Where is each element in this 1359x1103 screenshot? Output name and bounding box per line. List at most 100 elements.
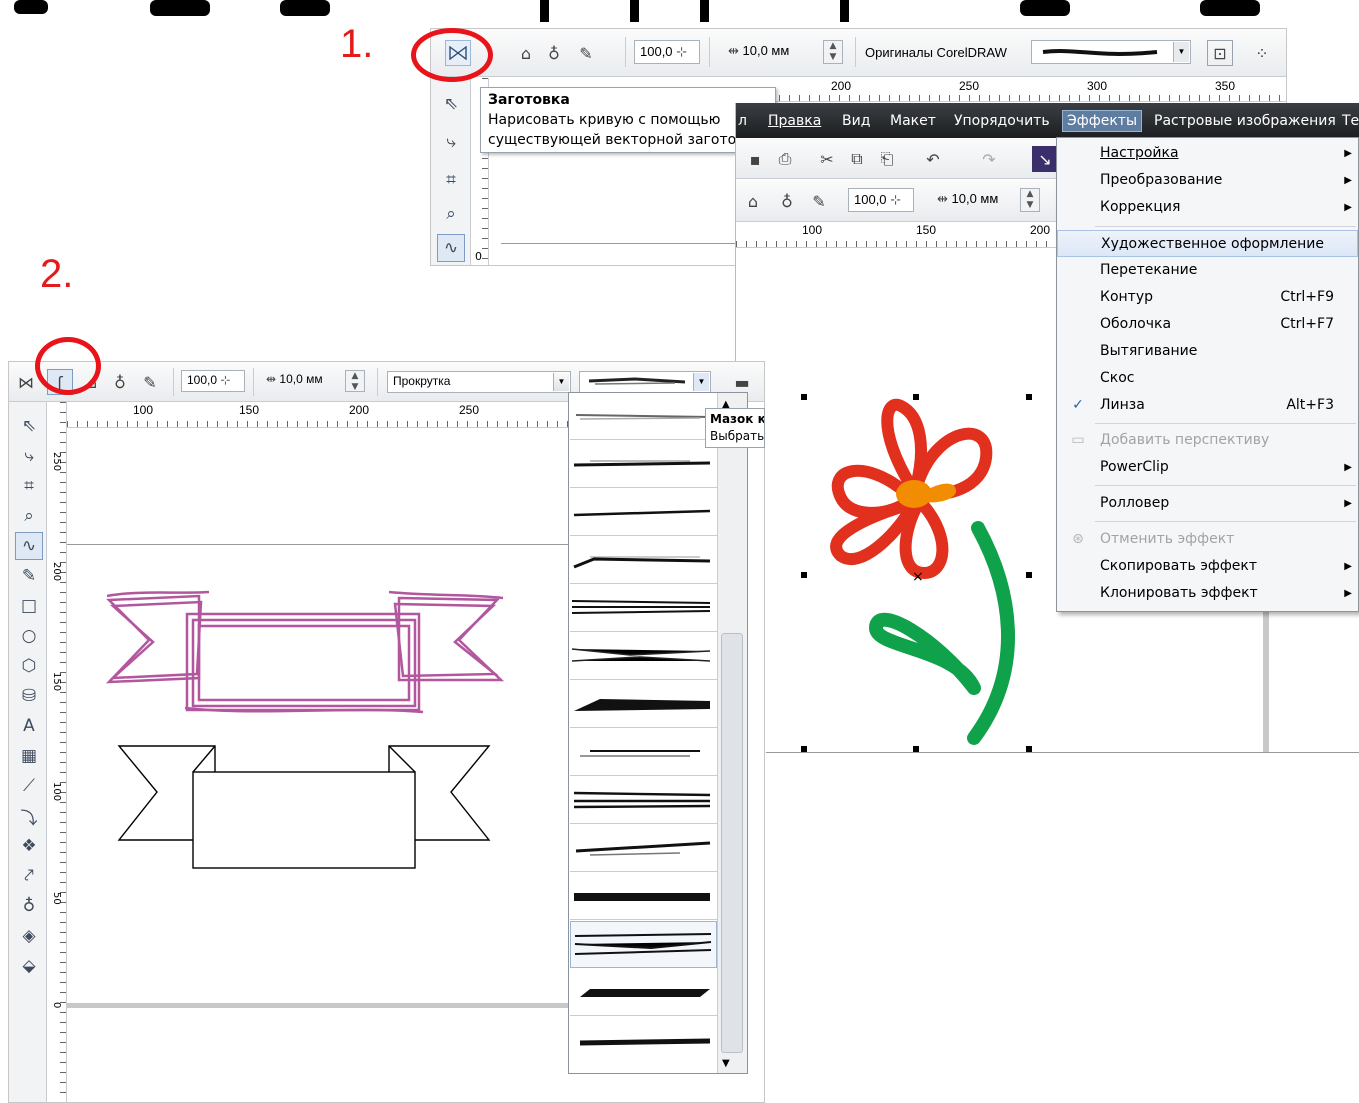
brush-icon[interactable]: ⌂ <box>740 188 766 214</box>
artistic-media-tool-icon[interactable]: ∿ <box>15 532 43 560</box>
smart-fill-icon[interactable]: ✎ <box>15 562 43 590</box>
calligraphy-icon[interactable]: ✎ <box>806 188 832 214</box>
selection-handle[interactable] <box>1026 572 1032 578</box>
connector-tool-icon[interactable]: ⤵ <box>15 802 43 830</box>
selection-handle[interactable] <box>801 572 807 578</box>
calligraphy-icon[interactable]: ✎ <box>573 40 599 66</box>
list-item[interactable] <box>570 729 717 776</box>
width-spinner[interactable]: ▲ ▼ <box>823 40 843 64</box>
menu-bitmaps[interactable]: Растровые изображения <box>1154 113 1336 129</box>
undo-icon[interactable]: ↶ <box>920 146 946 172</box>
menu-item-copy-effect[interactable]: Скопировать эффект ▶ <box>1057 553 1358 580</box>
scroll-thumb[interactable] <box>721 633 743 1053</box>
crop-tool-icon[interactable]: ⌗ <box>437 166 465 194</box>
save-icon[interactable]: ▪ <box>742 146 768 172</box>
menu-item-transform[interactable]: Преобразование ▶ <box>1057 167 1358 194</box>
selection-handle[interactable] <box>1026 746 1032 752</box>
menu-item-add-perspective[interactable]: ▭ Добавить перспективу <box>1057 427 1358 454</box>
calligraphy-icon[interactable]: ♁ <box>107 369 133 395</box>
crop-tool-icon[interactable]: ⌗ <box>15 472 43 500</box>
list-item[interactable] <box>570 825 717 872</box>
width-spinner[interactable]: ▲ ▼ <box>1020 188 1040 212</box>
menu-edit[interactable]: Правка <box>768 113 821 129</box>
basic-shapes-icon[interactable]: ⛁ <box>15 682 43 710</box>
menu-item-blend[interactable]: Перетекание <box>1057 257 1358 284</box>
pick-tool-icon[interactable]: ⇖ <box>15 412 43 440</box>
menu-item-powerclip[interactable]: PowerClip ▶ <box>1057 454 1358 481</box>
menu-text-fragment[interactable]: Те <box>1342 113 1359 129</box>
polygon-tool-icon[interactable]: ⬡ <box>15 652 43 680</box>
menu-item-extrude[interactable]: Вытягивание <box>1057 338 1358 365</box>
list-item[interactable] <box>570 489 717 536</box>
list-item[interactable] <box>570 393 717 440</box>
text-tool-icon[interactable]: A <box>15 712 43 740</box>
stroke-width-input[interactable]: ⇹ 10,0 мм <box>932 188 1022 212</box>
menu-item-clone-effect[interactable]: Клонировать эффект ▶ <box>1057 580 1358 607</box>
paste-icon[interactable]: ⎗ <box>874 146 900 172</box>
pen-icon[interactable]: ♁ <box>541 40 567 66</box>
selection-handle[interactable] <box>913 394 919 400</box>
interactive-fill-icon[interactable]: ⬙ <box>15 952 43 980</box>
cut-icon[interactable]: ✂ <box>814 146 840 172</box>
menu-item-correction[interactable]: Коррекция ▶ <box>1057 194 1358 221</box>
list-item[interactable] <box>570 873 717 920</box>
smoothing-input[interactable]: 100,0 ⊹ <box>181 370 245 392</box>
zoom-tool-icon[interactable]: ⌕ <box>15 502 43 530</box>
menu-layout[interactable]: Макет <box>890 113 936 129</box>
brush-stroke-select[interactable]: ▼ <box>579 371 711 393</box>
more-icon[interactable]: ⁘ <box>1249 40 1275 66</box>
brush-tool-icon[interactable]: ⌂ <box>513 40 539 66</box>
menu-effects[interactable]: Эффекты <box>1062 110 1142 132</box>
redo-icon[interactable]: ↷ <box>976 146 1002 172</box>
menu-arrange[interactable]: Упорядочить <box>954 113 1050 129</box>
menu-item-lens[interactable]: ✓ Линза Alt+F3 <box>1057 392 1358 419</box>
eyedropper-icon[interactable]: ⤤ <box>15 862 43 890</box>
chevron-down-icon[interactable]: ▼ <box>553 373 569 391</box>
pressure-icon[interactable]: ✎ <box>137 369 163 395</box>
list-item[interactable] <box>570 969 717 1016</box>
zoom-tool-icon[interactable]: ⌕ <box>437 200 465 228</box>
menu-item-contour[interactable]: Контур Ctrl+F9 <box>1057 284 1358 311</box>
width-spinner[interactable]: ▲ ▼ <box>345 370 365 392</box>
chevron-down-icon[interactable]: ▼ <box>693 373 709 391</box>
table-tool-icon[interactable]: ▦ <box>15 742 43 770</box>
selection-handle[interactable] <box>913 746 919 752</box>
menu-item-adjust[interactable]: Настройка ▶ <box>1057 140 1358 167</box>
smoothing-input[interactable]: 100,0 ⊹ <box>848 188 914 212</box>
selection-handle[interactable] <box>1026 394 1032 400</box>
artistic-media-tool-icon[interactable]: ∿ <box>437 234 465 262</box>
stroke-list-scrollbar[interactable]: ▲ ▼ <box>717 393 747 1073</box>
stroke-width-input[interactable]: ⇹ 10,0 мм <box>261 370 347 392</box>
dimension-tool-icon[interactable]: ⟋ <box>15 772 43 800</box>
fill-tool-icon[interactable]: ◈ <box>15 922 43 950</box>
list-item[interactable] <box>570 441 717 488</box>
scroll-down-icon[interactable]: ▼ <box>722 1058 730 1069</box>
list-item[interactable] <box>570 777 717 824</box>
menu-file-fragment[interactable]: л <box>738 113 747 129</box>
stroke-width-input[interactable]: ⇹ 10,0 мм <box>723 40 818 64</box>
shape-tool-icon[interactable]: ⤷ <box>437 128 465 156</box>
selection-handle[interactable] <box>801 746 807 752</box>
blend-tool-icon[interactable]: ❖ <box>15 832 43 860</box>
list-item[interactable] <box>570 633 717 680</box>
pen-icon[interactable]: ♁ <box>774 188 800 214</box>
stroke-list-combo[interactable]: ▼ <box>1031 40 1191 64</box>
brush-category-select[interactable]: Прокрутка ▼ <box>387 371 571 393</box>
import-icon[interactable]: ↘ <box>1032 146 1058 172</box>
shape-tool-icon[interactable]: ⤷ <box>15 442 43 470</box>
copy-icon[interactable]: ⧉ <box>844 146 870 172</box>
menu-view[interactable]: Вид <box>842 113 870 129</box>
menu-item-envelope[interactable]: Оболочка Ctrl+F7 <box>1057 311 1358 338</box>
menu-item-rollover[interactable]: Ролловер ▶ <box>1057 490 1358 517</box>
menu-item-clear-effect[interactable]: ⊛ Отменить эффект <box>1057 526 1358 553</box>
print-icon[interactable]: ⎙ <box>772 146 798 172</box>
list-item[interactable] <box>570 537 717 584</box>
list-item-selected[interactable] <box>570 921 717 968</box>
list-item[interactable] <box>570 585 717 632</box>
selection-handle[interactable] <box>801 394 807 400</box>
scale-with-object-icon[interactable]: ⊡ <box>1207 40 1233 66</box>
smoothing-input[interactable]: 100,0 ⊹ <box>634 40 700 64</box>
outline-pen-icon[interactable]: ♁ <box>15 892 43 920</box>
list-item[interactable] <box>570 681 717 728</box>
rectangle-tool-icon[interactable]: □ <box>15 592 43 620</box>
